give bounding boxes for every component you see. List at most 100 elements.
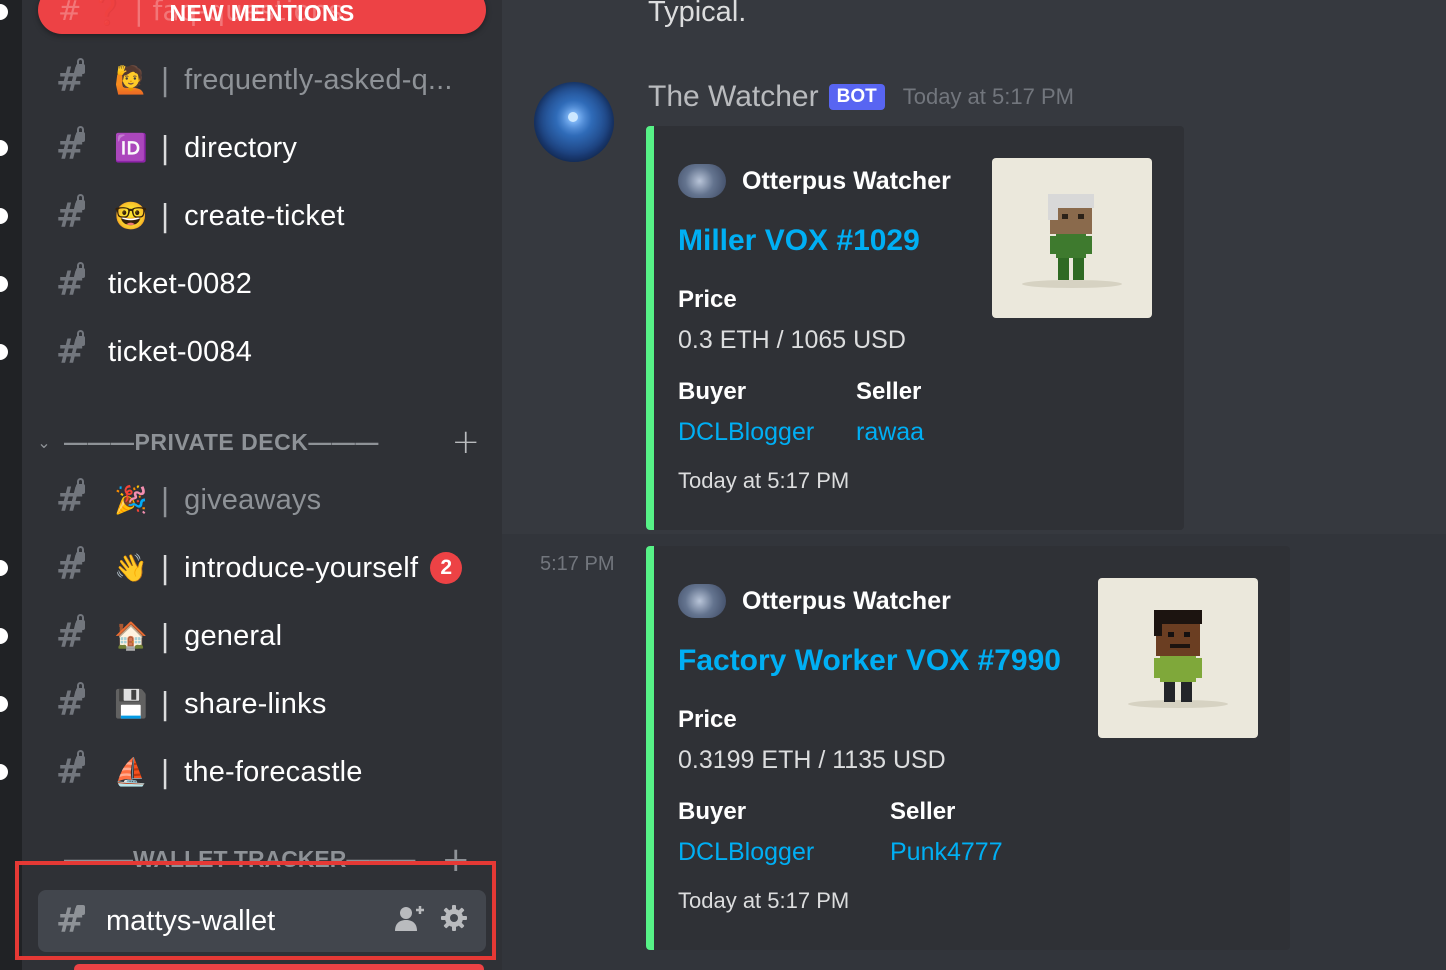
embed-title-link[interactable]: Miller VOX #1029 bbox=[678, 224, 920, 258]
channel-emoji: 🆔 bbox=[114, 133, 148, 164]
price-value: 0.3199 ETH / 1135 USD bbox=[678, 746, 946, 774]
sale-embed: Otterpus Watcher Miller VOX #1029 Price … bbox=[646, 126, 1184, 530]
channel-name: the-forecastle bbox=[184, 755, 363, 788]
channel-emoji: 🎉 bbox=[114, 485, 148, 516]
message-gutter-time: 5:17 PM bbox=[540, 553, 615, 575]
channel-name: general bbox=[184, 619, 283, 652]
category-title: ———PRIVATE DECK——— bbox=[64, 428, 379, 455]
category-private-deck[interactable]: ⌄ ———PRIVATE DECK——— + bbox=[32, 422, 480, 462]
channel-emoji: 🙋 bbox=[114, 65, 148, 96]
private-text-channel-icon: # bbox=[56, 126, 85, 168]
create-channel-plus-icon[interactable]: + bbox=[452, 422, 481, 462]
seller-label: Seller bbox=[856, 378, 922, 405]
channel-separator: | bbox=[160, 482, 171, 518]
buyer-label: Buyer bbox=[678, 798, 747, 825]
channel-share-links[interactable]: # 💾 | share-links bbox=[38, 676, 488, 732]
price-label: Price bbox=[678, 706, 737, 733]
chat-area: Typical. The Watcher BOT Today at 5:17 P… bbox=[502, 0, 1446, 970]
channel-separator: | bbox=[160, 62, 171, 98]
channel-separator: | bbox=[160, 550, 171, 586]
channel-directory[interactable]: # 🆔 | directory bbox=[38, 120, 488, 176]
embed-author-name: Otterpus Watcher bbox=[742, 586, 951, 615]
channel-name: giveaways bbox=[184, 483, 322, 516]
sale-embed: Otterpus Watcher Factory Worker VOX #799… bbox=[646, 546, 1290, 950]
buyer-link[interactable]: DCLBlogger bbox=[678, 418, 814, 447]
channel-giveaways[interactable]: # 🎉 | giveaways bbox=[38, 472, 488, 528]
embed-author-name: Otterpus Watcher bbox=[742, 166, 951, 195]
embed-footer-timestamp: Today at 5:17 PM bbox=[678, 888, 850, 913]
channel-general[interactable]: # 🏠 | general bbox=[38, 608, 488, 664]
channel-name: create-ticket bbox=[184, 199, 345, 232]
channel-ticket-0082[interactable]: # ticket-0082 bbox=[38, 256, 488, 312]
embed-footer-timestamp: Today at 5:17 PM bbox=[678, 468, 850, 493]
channel-ticket-0084[interactable]: # ticket-0084 bbox=[38, 324, 488, 380]
private-text-channel-icon: # bbox=[56, 194, 85, 236]
unread-indicator bbox=[0, 764, 8, 780]
private-text-channel-icon: # bbox=[56, 58, 85, 100]
buyer-link[interactable]: DCLBlogger bbox=[678, 838, 814, 867]
channel-name: directory bbox=[184, 131, 298, 164]
unread-indicator bbox=[0, 276, 8, 292]
private-text-channel-icon: # bbox=[56, 478, 85, 520]
mention-count-badge: 2 bbox=[430, 552, 463, 584]
channel-separator: | bbox=[160, 618, 171, 654]
chevron-down-icon: ⌄ bbox=[37, 432, 51, 452]
nft-thumbnail[interactable] bbox=[992, 158, 1152, 318]
channel-emoji: 💾 bbox=[114, 689, 148, 720]
price-value: 0.3 ETH / 1065 USD bbox=[678, 326, 906, 354]
channel-separator: | bbox=[160, 754, 171, 790]
unread-indicator bbox=[0, 344, 8, 360]
private-text-channel-icon: # bbox=[56, 546, 85, 588]
channel-separator: | bbox=[160, 686, 171, 722]
private-text-channel-icon: # bbox=[56, 750, 85, 792]
author-name[interactable]: The Watcher bbox=[648, 80, 819, 114]
price-label: Price bbox=[678, 286, 737, 313]
seller-link[interactable]: Punk4777 bbox=[890, 838, 1003, 867]
channel-name: ticket-0082 bbox=[108, 267, 253, 300]
unread-indicator bbox=[0, 560, 8, 576]
embed-author: Otterpus Watcher bbox=[678, 584, 951, 618]
channel-sidebar: # ❓ | faq-questions NEW MENTIONS # 🙋 | f… bbox=[22, 0, 502, 970]
buyer-label: Buyer bbox=[678, 378, 747, 405]
bot-tag: BOT bbox=[828, 84, 885, 110]
channel-emoji: 🏠 bbox=[114, 621, 148, 652]
channel-name: frequently-asked-q... bbox=[184, 63, 453, 96]
embed-author: Otterpus Watcher bbox=[678, 164, 951, 198]
new-unreads-button[interactable] bbox=[74, 964, 484, 970]
channel-emoji: 🤓 bbox=[114, 201, 148, 232]
channel-the-forecastle[interactable]: # ⛵ | the-forecastle bbox=[38, 744, 488, 800]
message-header: The Watcher BOT Today at 5:17 PM bbox=[648, 80, 1074, 114]
channel-name: ticket-0084 bbox=[108, 335, 253, 368]
channel-create-ticket[interactable]: # 🤓 | create-ticket bbox=[38, 188, 488, 244]
channel-frequently-asked[interactable]: # 🙋 | frequently-asked-q... bbox=[38, 52, 488, 108]
new-mentions-label: NEW MENTIONS bbox=[169, 0, 355, 26]
highlight-annotation bbox=[15, 861, 496, 960]
embed-author-icon bbox=[678, 164, 726, 198]
avatar[interactable] bbox=[534, 82, 614, 162]
message-timestamp: Today at 5:17 PM bbox=[902, 84, 1074, 109]
unread-indicator bbox=[0, 628, 8, 644]
previous-message-text: Typical. bbox=[648, 0, 747, 28]
seller-label: Seller bbox=[890, 798, 956, 825]
unread-indicator bbox=[0, 140, 8, 156]
channel-separator: | bbox=[160, 130, 171, 166]
channel-name: share-links bbox=[184, 687, 327, 720]
new-mentions-button[interactable]: # ❓ | faq-questions NEW MENTIONS bbox=[38, 0, 486, 34]
embed-author-icon bbox=[678, 584, 726, 618]
embed-title-link[interactable]: Factory Worker VOX #7990 bbox=[678, 644, 1061, 678]
channel-emoji: ⛵ bbox=[114, 757, 148, 788]
server-rail bbox=[0, 0, 22, 970]
unread-indicator bbox=[0, 696, 8, 712]
private-text-channel-icon: # bbox=[56, 682, 85, 724]
private-text-channel-icon: # bbox=[56, 262, 85, 304]
channel-separator: | bbox=[160, 198, 171, 234]
private-text-channel-icon: # bbox=[56, 330, 85, 372]
private-text-channel-icon: # bbox=[56, 614, 85, 656]
unread-indicator bbox=[0, 208, 8, 224]
channel-introduce-yourself[interactable]: # 👋 | introduce-yourself 2 bbox=[38, 540, 488, 596]
channel-emoji: 👋 bbox=[114, 553, 148, 584]
nft-thumbnail[interactable] bbox=[1098, 578, 1258, 738]
seller-link[interactable]: rawaa bbox=[856, 418, 924, 447]
unread-indicator bbox=[0, 4, 8, 20]
channel-name: introduce-yourself bbox=[184, 551, 419, 584]
